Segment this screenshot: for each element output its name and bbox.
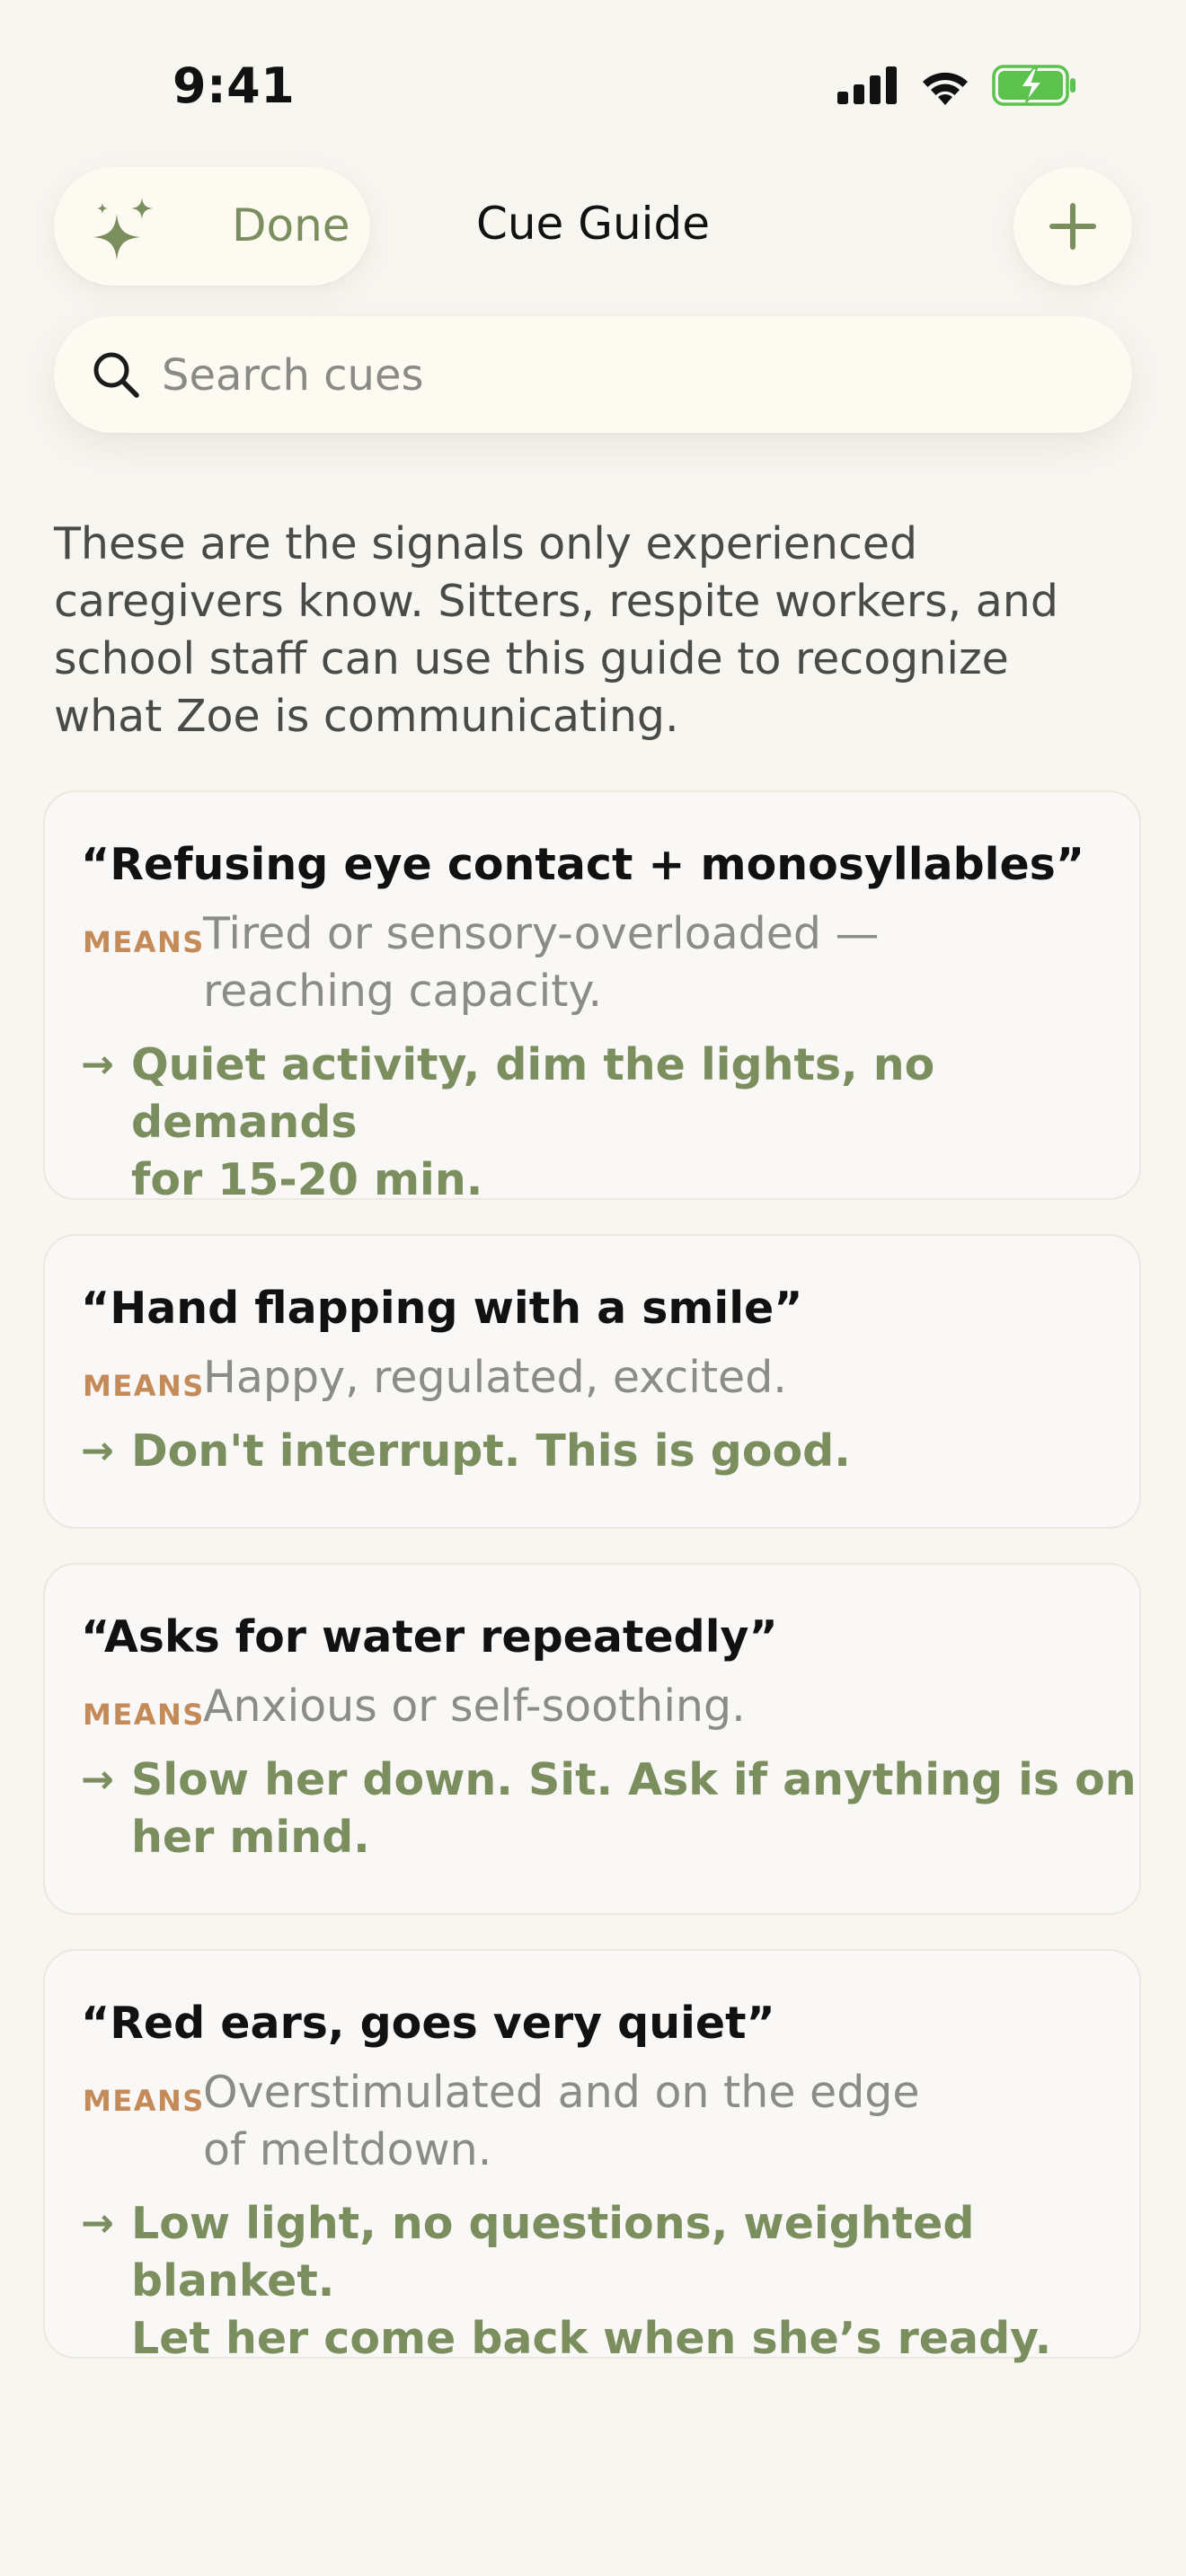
status-bar: 9:41 — [0, 0, 1186, 171]
arrow-icon: → — [81, 1757, 114, 1803]
means-label: MEANS — [83, 925, 205, 959]
action-line: for 15-20 min. — [131, 1154, 483, 1205]
action-line: Quiet activity, dim the lights, no deman… — [131, 1039, 935, 1148]
cue-card[interactable]: “Red ears, goes very quiet” MEANS Overst… — [43, 1949, 1141, 2364]
means-line: Anxious or self-soothing. — [203, 1681, 746, 1732]
action-line: Low light, no questions, weighted blanke… — [131, 2198, 975, 2307]
search-icon — [93, 352, 139, 398]
cue-card[interactable]: “Hand flapping with a smile” MEANS Happy… — [43, 1234, 1141, 1529]
status-time: 9:41 — [173, 57, 296, 114]
add-cue-button[interactable] — [1013, 167, 1132, 286]
search-input[interactable] — [160, 341, 1098, 410]
intro-text: These are the signals only experienced c… — [54, 518, 1058, 742]
action-line: her mind. — [131, 1812, 370, 1863]
wifi-icon — [918, 66, 972, 109]
means-label: MEANS — [83, 2084, 205, 2118]
means-line: of meltdown. — [203, 2124, 492, 2175]
search-bar[interactable] — [54, 316, 1132, 433]
action-text: Low light, no questions, weighted blanke… — [131, 2195, 1139, 2368]
cellular-signal-icon — [837, 66, 898, 108]
means-line: Overstimulated and on the edge — [203, 2067, 920, 2118]
battery-charging-icon — [992, 65, 1076, 110]
means-text: Overstimulated and on the edge of meltdo… — [203, 2064, 920, 2179]
cue-title: “Hand flapping with a smile” — [81, 1283, 803, 1334]
arrow-icon: → — [81, 1428, 114, 1474]
action-text: Quiet activity, dim the lights, no deman… — [131, 1037, 1139, 1209]
cue-title: “Asks for water repeatedly” — [81, 1611, 778, 1663]
means-text: Anxious or self-soothing. — [203, 1678, 746, 1735]
arrow-icon: → — [81, 1042, 114, 1088]
means-line: Tired or sensory-overloaded — — [203, 908, 880, 959]
action-line: Slow her down. Sit. Ask if anything is o… — [131, 1754, 1137, 1805]
plus-icon — [1049, 203, 1096, 250]
arrow-icon: → — [81, 2201, 114, 2246]
means-line: reaching capacity. — [203, 966, 603, 1017]
cue-card[interactable]: “Asks for water repeatedly” MEANS Anxiou… — [43, 1563, 1141, 1915]
status-icons — [837, 65, 1076, 110]
means-label: MEANS — [83, 1698, 205, 1732]
action-text: Slow her down. Sit. Ask if anything is o… — [131, 1751, 1137, 1866]
cue-title: “Refusing eye contact + monosyllables” — [81, 839, 1085, 890]
means-label: MEANS — [83, 1369, 205, 1403]
means-line: Happy, regulated, excited. — [203, 1352, 787, 1403]
page-title: Cue Guide — [475, 198, 711, 250]
cue-card[interactable]: “Refusing eye contact + monosyllables” M… — [43, 790, 1141, 1205]
means-text: Happy, regulated, excited. — [203, 1349, 787, 1407]
action-line: Let her come back when she’s ready. — [131, 2313, 1052, 2364]
cue-title: “Red ears, goes very quiet” — [81, 1998, 775, 2049]
action-text: Don't interrupt. This is good. — [131, 1423, 851, 1480]
means-text: Tired or sensory-overloaded — reaching c… — [203, 905, 880, 1020]
action-line: Don't interrupt. This is good. — [131, 1425, 851, 1477]
